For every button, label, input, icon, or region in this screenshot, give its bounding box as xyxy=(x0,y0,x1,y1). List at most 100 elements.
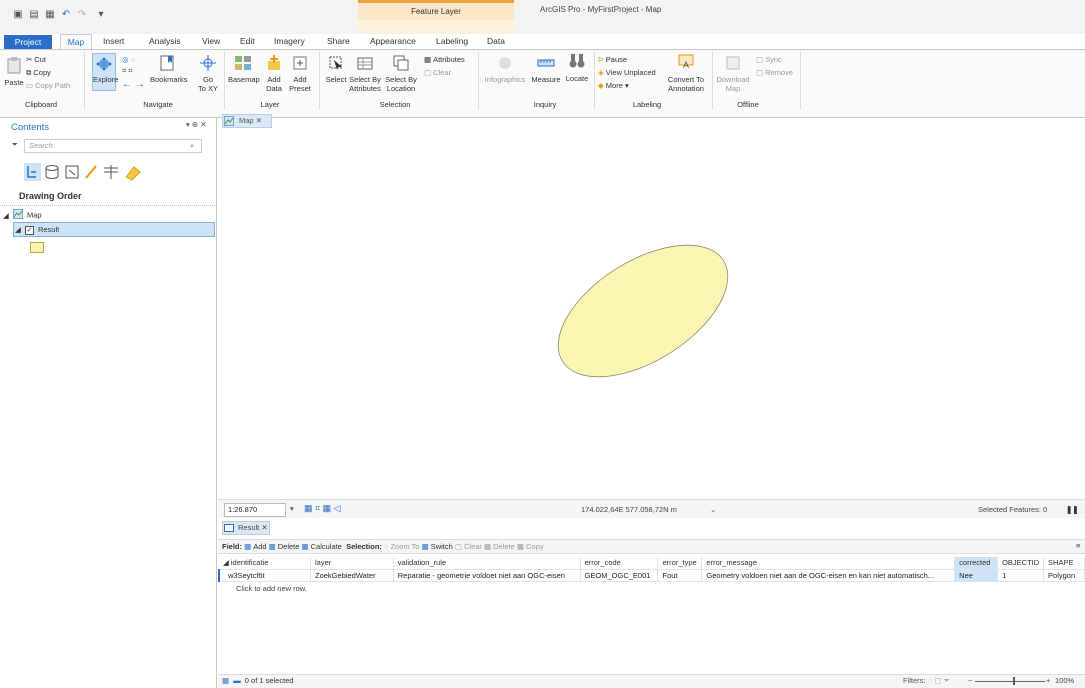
tab-map[interactable]: Map xyxy=(60,34,92,50)
copy-button[interactable]: ⧉ Copy xyxy=(26,68,51,78)
column-header[interactable]: OBJECTID xyxy=(997,557,1045,569)
tab-insert[interactable]: Insert xyxy=(103,35,124,47)
table-row[interactable]: w3Seytcf6t ZoekGebiedWater Reparatie - g… xyxy=(217,568,1085,582)
remove-button[interactable]: ▢ Remove xyxy=(756,68,793,78)
zoom-slider[interactable] xyxy=(975,681,1045,682)
layer-symbol[interactable] xyxy=(30,242,44,253)
open-project-icon[interactable]: ▤ xyxy=(28,9,40,21)
bookmarks-button[interactable]: Bookmarks xyxy=(150,55,188,84)
convert-to-annotation-button[interactable]: A Convert To Annotation xyxy=(664,53,708,93)
tab-labeling[interactable]: Labeling xyxy=(436,35,468,47)
add-new-row[interactable]: Click to add new row. xyxy=(236,584,307,593)
attributes-button[interactable]: ▦ Attributes xyxy=(424,55,465,65)
more-labeling-button[interactable]: ◆ More ▾ xyxy=(598,81,629,91)
select-button[interactable]: Select xyxy=(324,55,348,84)
paste-button[interactable]: Paste xyxy=(4,56,24,87)
map-canvas[interactable] xyxy=(218,128,1085,499)
close-icon[interactable]: ✕ xyxy=(256,116,262,125)
infographics-button[interactable]: Infographics xyxy=(482,55,528,84)
tab-project[interactable]: Project xyxy=(4,35,52,49)
view-unplaced-button[interactable]: ◈ View Unplaced xyxy=(598,68,656,78)
download-map-button[interactable]: Download Map xyxy=(716,55,750,93)
table-cell[interactable]: Nee xyxy=(954,568,999,582)
table-cell[interactable]: GEOM_OGC_E001 xyxy=(580,568,659,582)
zoom-in-icon[interactable]: + xyxy=(1046,676,1050,686)
column-header[interactable]: corrected xyxy=(954,557,999,569)
list-by-snapping-icon[interactable] xyxy=(104,165,118,179)
explore-button[interactable]: Explore xyxy=(92,53,118,91)
delete-field-button[interactable]: ▦ Delete xyxy=(269,542,300,551)
locate-button[interactable]: Locate xyxy=(564,52,590,83)
go-to-xy-button[interactable]: Go To XY xyxy=(196,55,220,93)
search-icon[interactable]: ⌕ xyxy=(190,141,194,151)
delete-rows-button[interactable]: ▦ Delete xyxy=(484,542,515,551)
scale-input[interactable]: 1:26.870 xyxy=(224,503,286,517)
sync-button[interactable]: ▢ Sync xyxy=(756,55,782,65)
map-tree-item[interactable]: ◢ Map xyxy=(3,208,42,222)
tab-appearance[interactable]: Appearance xyxy=(370,35,416,47)
zoom-to-button[interactable]: ◌ Zoom To xyxy=(384,542,420,551)
column-header[interactable]: error_code xyxy=(580,557,659,569)
tab-data[interactable]: Data xyxy=(487,35,505,47)
list-by-selection-icon[interactable] xyxy=(65,165,79,179)
select-by-location-button[interactable]: Select By Location xyxy=(384,55,418,93)
save-icon[interactable]: ▦ xyxy=(44,9,56,21)
pause-labeling-button[interactable]: ᐅ Pause xyxy=(598,55,627,65)
add-data-button[interactable]: Add Data xyxy=(262,55,286,93)
show-selected-records-icon[interactable]: ▬ xyxy=(233,676,241,686)
switch-selection-button[interactable]: ▦ Switch xyxy=(422,542,453,551)
tab-analysis[interactable]: Analysis xyxy=(149,35,181,47)
column-header[interactable]: SHAPE xyxy=(1043,557,1085,569)
zoom-out-icon[interactable]: − xyxy=(968,676,972,686)
new-project-icon[interactable]: ▣ xyxy=(12,9,24,21)
calculate-field-button[interactable]: ▦ Calculate xyxy=(302,542,342,551)
add-preset-button[interactable]: Add Preset xyxy=(287,55,313,93)
list-by-source-icon[interactable] xyxy=(45,165,59,179)
list-by-labeling-icon[interactable] xyxy=(125,166,141,181)
contents-search-input[interactable]: Search xyxy=(24,139,202,153)
redo-icon[interactable]: ↷ xyxy=(76,9,88,21)
scale-dropdown-icon[interactable]: ▾ xyxy=(290,504,294,514)
fixed-zoom-icon[interactable]: ⌗ ⌗ xyxy=(122,66,133,76)
tab-share[interactable]: Share xyxy=(327,35,350,47)
measure-button[interactable]: Measure xyxy=(530,55,562,84)
select-by-attributes-button[interactable]: Select By Attributes xyxy=(348,55,382,93)
copy-path-button[interactable]: ▭ Copy Path xyxy=(26,81,70,91)
map-status-tools-icon[interactable]: ▦ ⌗ ▦ ◁ xyxy=(304,503,341,513)
table-zoom-level[interactable]: 100% xyxy=(1055,676,1074,686)
table-cell[interactable]: w3Seytcf6t xyxy=(217,568,311,582)
zoom-slider-thumb[interactable] xyxy=(1013,677,1015,685)
table-cell[interactable]: Reparatie - geometrie voldoet niet aan O… xyxy=(393,568,581,582)
copy-rows-button[interactable]: ▦ Copy xyxy=(517,542,544,551)
add-field-button[interactable]: ▦ Add xyxy=(244,542,266,551)
clear-selection-table-button[interactable]: ▢ Clear xyxy=(455,542,482,551)
layer-item-result-label-row[interactable]: ◢ ✓ Result xyxy=(15,225,59,235)
clear-selection-button[interactable]: ▢ Clear xyxy=(424,68,451,78)
column-header[interactable]: error_message xyxy=(701,557,956,569)
coordinate-system-dropdown-icon[interactable]: ⌄ xyxy=(710,505,716,515)
column-header[interactable]: layer xyxy=(310,557,394,569)
column-header[interactable]: validation_rule xyxy=(393,557,581,569)
pane-options-icon[interactable]: ▾ ⊕ ✕ xyxy=(186,120,207,130)
basemap-button[interactable]: Basemap xyxy=(228,55,260,84)
filter-icon[interactable]: ⏷ xyxy=(12,140,18,150)
table-cell[interactable]: ZoekGebiedWater xyxy=(310,568,394,582)
cut-button[interactable]: ✂ Cut xyxy=(26,55,46,65)
back-forward-icon[interactable]: ← → xyxy=(122,80,145,90)
column-header[interactable]: ◢ identificatie xyxy=(219,557,311,569)
close-icon[interactable]: ✕ xyxy=(261,523,267,532)
list-by-drawing-order-icon[interactable] xyxy=(24,163,41,181)
tab-imagery[interactable]: Imagery xyxy=(274,35,305,47)
feature-polygon[interactable] xyxy=(536,218,750,403)
undo-icon[interactable]: ↶ xyxy=(60,9,72,21)
tab-edit[interactable]: Edit xyxy=(240,35,255,47)
customize-qat-icon[interactable]: ▾ xyxy=(95,9,107,21)
zoom-full-extent-icon[interactable]: ◎ ◌ xyxy=(122,55,135,65)
pause-drawing-icon[interactable]: ❚❚ xyxy=(1066,505,1079,515)
show-all-records-icon[interactable]: ▦ xyxy=(222,676,229,686)
filter-icons[interactable]: ◌ ▢ ⏷ xyxy=(928,676,950,686)
visibility-checkbox[interactable]: ✓ xyxy=(24,225,34,235)
table-cell[interactable]: 1 xyxy=(997,568,1045,582)
column-header[interactable]: error_type xyxy=(657,557,703,569)
tab-view[interactable]: View xyxy=(202,35,220,47)
